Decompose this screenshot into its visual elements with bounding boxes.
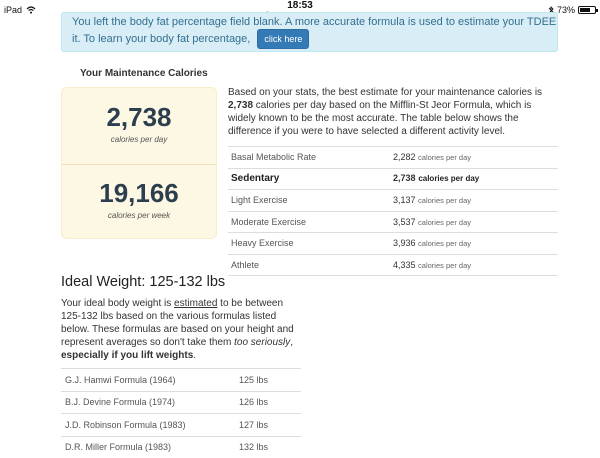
table-row: Heavy Exercise 3,936 calories per day bbox=[228, 232, 558, 254]
activity-name: Heavy Exercise bbox=[228, 232, 390, 254]
activity-name: Basal Metabolic Rate bbox=[228, 146, 390, 168]
formula-value: 127 lbs bbox=[235, 413, 301, 436]
maintenance-title: Your Maintenance Calories bbox=[80, 68, 208, 79]
calories-per-week-panel: 19,166 calories per week bbox=[62, 164, 216, 240]
battery-percent: 73% bbox=[556, 5, 575, 15]
activity-unit: calories per day bbox=[418, 239, 471, 249]
formula-value: 132 lbs bbox=[235, 435, 301, 458]
ideal-text-3: , bbox=[290, 337, 294, 348]
activity-value: 2,282 calories per day bbox=[390, 146, 558, 168]
activity-unit: calories per day bbox=[418, 153, 471, 163]
status-left: iPad bbox=[4, 5, 36, 15]
activity-value-number: 3,137 bbox=[393, 195, 416, 206]
activity-value: 3,137 calories per day bbox=[390, 189, 558, 211]
activity-value-number: 4,335 bbox=[393, 259, 416, 270]
ideal-weight-description: Your ideal body weight is estimated to b… bbox=[61, 297, 301, 362]
maintenance-description: Based on your stats, the best estimate f… bbox=[228, 86, 558, 138]
table-row: Athlete 4,335 calories per day bbox=[228, 253, 558, 276]
activity-name: Light Exercise bbox=[228, 189, 390, 211]
ideal-weight-formula-table: G.J. Hamwi Formula (1964) 125 lbs B.J. D… bbox=[61, 368, 301, 458]
ideal-text-bold: especially if you lift weights bbox=[61, 350, 194, 361]
activity-unit: calories per day bbox=[418, 196, 471, 206]
calories-per-day-panel: 2,738 calories per day bbox=[62, 88, 216, 165]
formula-name: G.J. Hamwi Formula (1964) bbox=[61, 368, 235, 391]
body-fat-alert: You left the body fat percentage field b… bbox=[61, 12, 558, 52]
clock: 18:53 bbox=[287, 0, 313, 11]
formula-value: 125 lbs bbox=[235, 368, 301, 391]
ideal-text-4: . bbox=[193, 350, 197, 361]
click-here-button[interactable]: click here bbox=[257, 29, 310, 49]
table-row-selected: Sedentary 2,738 calories per day bbox=[228, 167, 558, 190]
estimated-link[interactable]: estimated bbox=[174, 298, 217, 309]
activity-value-number: 3,936 bbox=[393, 238, 416, 249]
alert-text-line1: You left the body fat percentage field b… bbox=[72, 16, 557, 28]
activity-name: Sedentary bbox=[228, 167, 390, 190]
table-row: J.D. Robinson Formula (1983) 127 lbs bbox=[61, 413, 301, 436]
ideal-text-1: Your ideal body weight is bbox=[61, 298, 175, 309]
table-row: B.J. Devine Formula (1974) 126 lbs bbox=[61, 390, 301, 414]
activity-value-number: 2,282 bbox=[393, 152, 416, 163]
alert-text-line2: it. To learn your body fat percentage, c… bbox=[72, 29, 547, 49]
wifi-icon bbox=[26, 6, 36, 14]
ideal-text-italic: too seriously bbox=[234, 337, 291, 348]
calorie-summary-box: 2,738 calories per day 19,166 calories p… bbox=[61, 87, 217, 239]
calories-per-day-label: calories per day bbox=[110, 135, 168, 144]
alert-text: it. To learn your body fat percentage, bbox=[72, 33, 251, 45]
table-row: G.J. Hamwi Formula (1964) 125 lbs bbox=[61, 368, 301, 391]
activity-value-number: 3,537 bbox=[393, 216, 416, 227]
table-row: Light Exercise 3,137 calories per day bbox=[228, 189, 558, 211]
formula-name: B.J. Devine Formula (1974) bbox=[61, 390, 235, 414]
activity-unit: calories per day bbox=[418, 174, 480, 184]
battery-icon bbox=[578, 6, 598, 14]
table-row: Basal Metabolic Rate 2,282 calories per … bbox=[228, 146, 558, 168]
activity-name: Athlete bbox=[228, 253, 390, 276]
activity-value: 2,738 calories per day bbox=[390, 167, 558, 190]
formula-value: 126 lbs bbox=[235, 390, 301, 414]
ideal-weight-title: Ideal Weight: 125-132 lbs bbox=[61, 274, 226, 290]
table-row: Moderate Exercise 3,537 calories per day bbox=[228, 210, 558, 233]
calories-per-week-label: calories per week bbox=[107, 211, 171, 220]
calories-per-week-value: 19,166 bbox=[99, 178, 179, 208]
activity-value: 3,936 calories per day bbox=[390, 232, 558, 254]
activity-value: 4,335 calories per day bbox=[390, 253, 558, 276]
formula-name: J.D. Robinson Formula (1983) bbox=[61, 413, 235, 436]
desc-bold-value: 2,738 bbox=[228, 100, 254, 111]
activity-level-table: Basal Metabolic Rate 2,282 calories per … bbox=[228, 146, 558, 276]
formula-name: D.R. Miller Formula (1983) bbox=[61, 435, 235, 458]
activity-value-number: 2,738 bbox=[393, 173, 416, 184]
activity-unit: calories per day bbox=[418, 217, 471, 227]
activity-unit: calories per day bbox=[418, 260, 471, 270]
desc-text-2: calories per day based on the Mifflin-St… bbox=[228, 100, 532, 137]
activity-name: Moderate Exercise bbox=[228, 210, 390, 233]
activity-value: 3,537 calories per day bbox=[390, 210, 558, 233]
desc-text-1: Based on your stats, the best estimate f… bbox=[228, 87, 543, 98]
calories-per-day-value: 2,738 bbox=[106, 102, 172, 132]
table-row: D.R. Miller Formula (1983) 132 lbs bbox=[61, 435, 301, 458]
device-name: iPad bbox=[4, 5, 23, 15]
